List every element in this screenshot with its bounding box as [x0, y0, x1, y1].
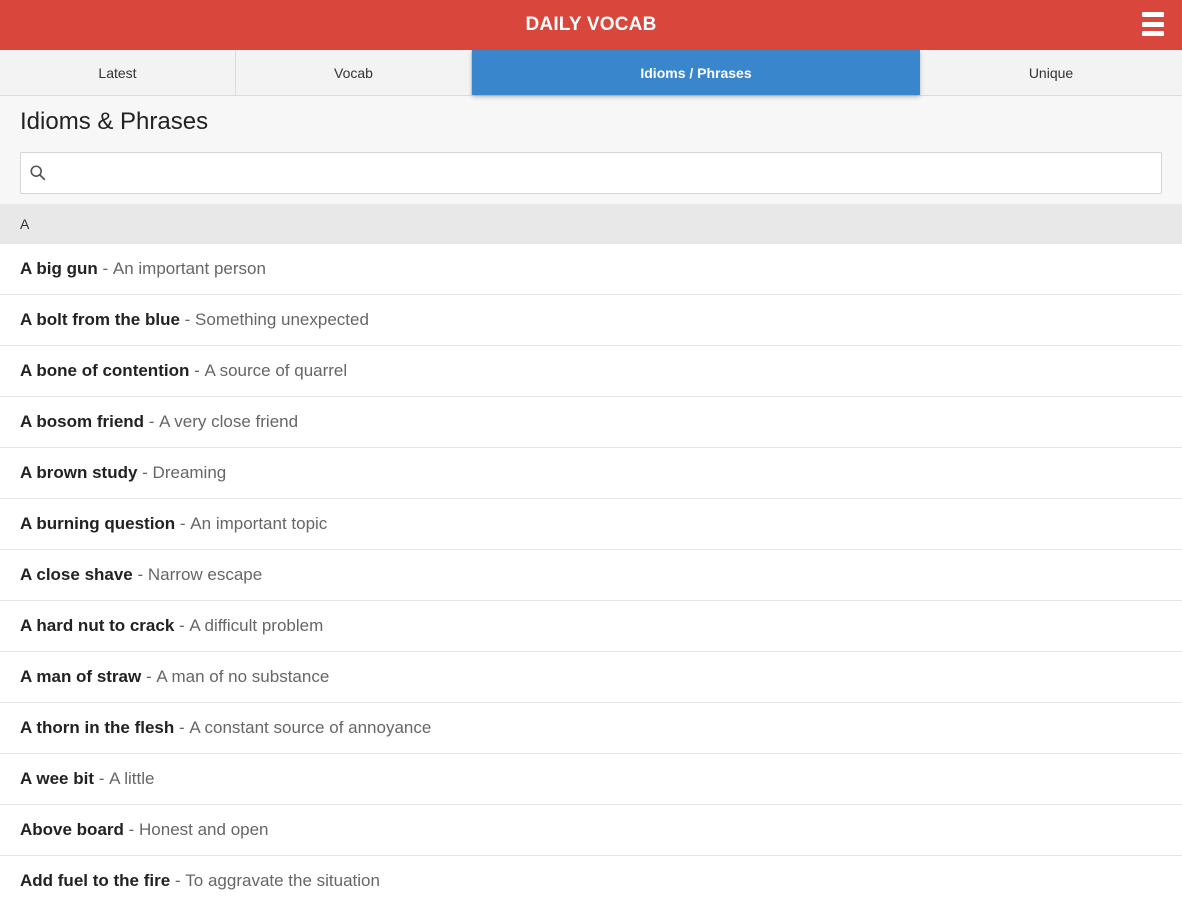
- content-heading: Idioms & Phrases: [0, 96, 1182, 204]
- list-item[interactable]: Above board - Honest and open: [0, 805, 1182, 856]
- idiom-term: A bone of contention: [20, 361, 190, 380]
- list-item[interactable]: A brown study - Dreaming: [0, 448, 1182, 499]
- idiom-term: Add fuel to the fire: [20, 871, 171, 890]
- list-item[interactable]: A bone of contention - A source of quarr…: [0, 346, 1182, 397]
- idiom-meaning: Something unexpected: [195, 310, 369, 329]
- idiom-meaning: Honest and open: [139, 820, 269, 839]
- idiom-term: A big gun: [20, 259, 98, 278]
- separator: -: [174, 718, 190, 737]
- idiom-term: A close shave: [20, 565, 133, 584]
- list-item[interactable]: A bolt from the blue - Something unexpec…: [0, 295, 1182, 346]
- list-item[interactable]: A big gun - An important person: [0, 244, 1182, 295]
- idiom-meaning: An important person: [112, 259, 266, 278]
- idiom-list: A big gun - An important person A bolt f…: [0, 244, 1182, 900]
- tab-vocab[interactable]: Vocab: [236, 50, 472, 95]
- separator: -: [94, 769, 110, 788]
- tab-latest[interactable]: Latest: [0, 50, 236, 95]
- idiom-meaning: An important topic: [190, 514, 328, 533]
- list-item[interactable]: A close shave - Narrow escape: [0, 550, 1182, 601]
- list-item[interactable]: A burning question - An important topic: [0, 499, 1182, 550]
- idiom-meaning: A difficult problem: [189, 616, 324, 635]
- idiom-term: A thorn in the flesh: [20, 718, 175, 737]
- idiom-term: A wee bit: [20, 769, 94, 788]
- idiom-meaning: Dreaming: [152, 463, 227, 482]
- idiom-term: A bolt from the blue: [20, 310, 180, 329]
- idiom-meaning: A source of quarrel: [204, 361, 348, 380]
- app-title: DAILY VOCAB: [525, 14, 657, 35]
- idiom-meaning: A very close friend: [159, 412, 299, 431]
- search-icon: [30, 165, 46, 181]
- idiom-meaning: A constant source of annoyance: [189, 718, 432, 737]
- list-item[interactable]: A bosom friend - A very close friend: [0, 397, 1182, 448]
- search-input[interactable]: [47, 153, 1161, 193]
- separator: -: [97, 259, 113, 278]
- menu-bar: [1142, 21, 1164, 27]
- menu-bar: [1142, 12, 1164, 17]
- tab-bar: Latest Vocab Idioms / Phrases Unique: [0, 50, 1182, 96]
- list-item[interactable]: A man of straw - A man of no substance: [0, 652, 1182, 703]
- idiom-meaning: Narrow escape: [147, 565, 263, 584]
- tab-idioms-phrases[interactable]: Idioms / Phrases: [472, 50, 920, 95]
- app-header: DAILY VOCAB: [0, 0, 1182, 50]
- idiom-term: A bosom friend: [20, 412, 145, 431]
- separator: -: [179, 310, 196, 329]
- idiom-term: A burning question: [20, 514, 176, 533]
- idiom-meaning: A little: [109, 769, 155, 788]
- idiom-meaning: To aggravate the situation: [185, 871, 380, 890]
- list-item[interactable]: A thorn in the flesh - A constant source…: [0, 703, 1182, 754]
- list-item[interactable]: A hard nut to crack - A difficult proble…: [0, 601, 1182, 652]
- separator: -: [174, 616, 190, 635]
- separator: -: [137, 463, 153, 482]
- menu-bar: [1142, 31, 1164, 36]
- separator: -: [141, 667, 157, 686]
- page-title: Idioms & Phrases: [20, 108, 209, 135]
- idiom-term: A man of straw: [20, 667, 142, 686]
- search-box[interactable]: [20, 152, 1162, 194]
- separator: -: [123, 820, 140, 839]
- idiom-meaning: A man of no substance: [156, 667, 330, 686]
- list-item[interactable]: A wee bit - A little: [0, 754, 1182, 805]
- tab-unique[interactable]: Unique: [920, 50, 1182, 95]
- separator: -: [175, 514, 191, 533]
- hamburger-menu-icon[interactable]: [1142, 12, 1164, 36]
- separator: -: [189, 361, 205, 380]
- list-item[interactable]: Add fuel to the fire - To aggravate the …: [0, 856, 1182, 900]
- separator: -: [132, 565, 148, 584]
- separator: -: [144, 412, 160, 431]
- section-header-letter: A: [0, 204, 1182, 244]
- app-root: DAILY VOCAB Latest Vocab Idioms / Phrase…: [0, 0, 1182, 900]
- separator: -: [170, 871, 186, 890]
- idiom-term: A brown study: [20, 463, 138, 482]
- idiom-term: A hard nut to crack: [20, 616, 175, 635]
- idiom-term: Above board: [20, 820, 124, 839]
